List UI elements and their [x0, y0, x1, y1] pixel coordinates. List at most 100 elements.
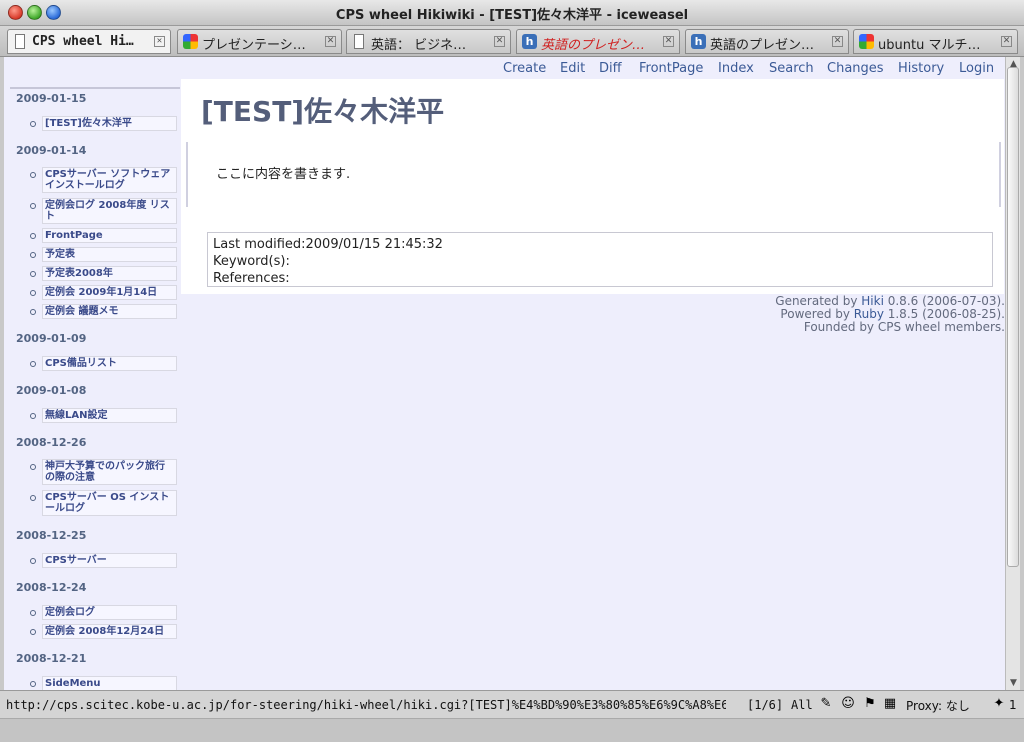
sidebar-date: 2008-12-21 [16, 652, 87, 665]
sidebar-link[interactable]: CPSサーバー OS インストールログ [42, 490, 177, 516]
close-tab-icon[interactable]: ✕ [494, 36, 505, 47]
sidebar-date: 2009-01-08 [16, 384, 87, 397]
sidebar-link[interactable]: CPS備品リスト [42, 356, 177, 371]
last-modified: Last modified:2009/01/15 21:45:32 [213, 237, 443, 252]
close-tab-icon[interactable]: ✕ [154, 36, 165, 47]
tab-label: プレゼンテーシ… [202, 38, 306, 53]
sidebar-link[interactable]: 定例会 議題メモ [42, 304, 177, 319]
sidebar-link[interactable]: 定例会ログ [42, 605, 177, 620]
sidebar-link[interactable]: 無線LAN設定 [42, 408, 177, 423]
content-border [999, 142, 1001, 207]
close-tab-icon[interactable]: ✕ [1001, 36, 1012, 47]
status-count: 1 [1009, 698, 1017, 712]
references: References: [213, 271, 290, 286]
status-bar: http://cps.scitec.kobe-u.ac.jp/for-steer… [0, 690, 1024, 718]
sidebar-link[interactable]: FrontPage [42, 228, 177, 243]
sidebar-link[interactable]: 定例会 2009年1月14日 [42, 285, 177, 300]
powered-version: 1.8.5 (2006-08-25). [883, 307, 1005, 321]
sidebar-date: 2009-01-09 [16, 332, 87, 345]
nav-search[interactable]: Search [769, 61, 814, 76]
bullet-icon [30, 172, 36, 178]
nav-create[interactable]: Create [503, 61, 546, 76]
window-title: CPS wheel Hikiwiki - [TEST]佐々木洋平 - icewe… [335, 8, 689, 23]
keywords: Keyword(s): [213, 254, 290, 269]
content-border [186, 142, 188, 207]
nav-diff[interactable]: Diff [599, 61, 622, 76]
sidebar-date: 2008-12-26 [16, 436, 87, 449]
sidebar-link[interactable]: 定例会 2008年12月24日 [42, 624, 177, 639]
ruby-link[interactable]: Ruby [854, 307, 884, 321]
nav-changes[interactable]: Changes [827, 61, 884, 76]
close-tab-icon[interactable]: ✕ [325, 36, 336, 47]
generated-version: 0.8.6 (2006-07-03). [883, 294, 1005, 308]
scrollbar-thumb[interactable] [1007, 67, 1019, 567]
monkey-icon[interactable]: ☺ [840, 696, 856, 712]
main-content: [TEST]佐々木洋平 ここに内容を書きます. Last modified:20… [181, 79, 1004, 294]
bullet-icon [30, 681, 36, 687]
bullet-icon [30, 495, 36, 501]
pencil-icon[interactable]: ✎ [818, 696, 834, 712]
bullet-icon [30, 121, 36, 127]
hiki-link[interactable]: Hiki [861, 294, 884, 308]
proxy-status[interactable]: Proxy: なし [906, 697, 970, 714]
tab-english-presentation-2[interactable]: h 英語のプレゼン… ✕ [685, 29, 849, 54]
founded-by: Founded by CPS wheel members. [803, 320, 1005, 334]
tab-english-business[interactable]: 英語： ビジネ… ✕ [346, 29, 511, 54]
close-tab-icon[interactable]: ✕ [663, 36, 674, 47]
tab-label: 英語： ビジネ… [371, 38, 467, 53]
bullet-icon [30, 629, 36, 635]
status-url: http://cps.scitec.kobe-u.ac.jp/for-steer… [6, 698, 726, 712]
sidebar-link[interactable]: 予定表 [42, 247, 177, 262]
tab-presentation[interactable]: プレゼンテーシ… ✕ [177, 29, 342, 54]
sidebar-link[interactable]: 予定表2008年 [42, 266, 177, 281]
bullet-icon [30, 252, 36, 258]
flag-icon[interactable]: ⚑ [862, 696, 878, 712]
nav-history[interactable]: History [898, 61, 944, 76]
scroll-down-icon[interactable]: ▼ [1006, 676, 1021, 690]
nav-frontpage[interactable]: FrontPage [639, 61, 703, 76]
nav-edit[interactable]: Edit [560, 61, 585, 76]
vertical-scrollbar[interactable]: ▲ ▼ [1005, 57, 1020, 690]
wiki-nav: Create Edit Diff FrontPage Index Search … [181, 57, 1001, 79]
sidebar-link[interactable]: [TEST]佐々木洋平 [42, 116, 177, 131]
tab-cps-wheel[interactable]: CPS wheel Hi… ✕ [7, 29, 171, 54]
bullet-icon [30, 558, 36, 564]
bullet-icon [30, 290, 36, 296]
bird-icon[interactable]: ✦ [991, 696, 1007, 712]
google-icon [183, 34, 198, 49]
wiki-icon: h [691, 34, 706, 49]
sidebar-link[interactable]: 定例会ログ 2008年度 リスト [42, 198, 177, 224]
sidebar-link[interactable]: CPSサーバー ソフトウェア インストールログ [42, 167, 177, 193]
google-icon [859, 34, 874, 49]
page-footer: Generated by Hiki 0.8.6 (2006-07-03). Po… [605, 295, 1005, 334]
bullet-icon [30, 233, 36, 239]
nav-index[interactable]: Index [718, 61, 754, 76]
wiki-icon: h [522, 34, 537, 49]
sidebar-link[interactable]: CPSサーバー [42, 553, 177, 568]
sidebar-date: 2008-12-25 [16, 529, 87, 542]
sidebar-link[interactable]: SideMenu [42, 676, 177, 690]
sidebar-date: 2009-01-14 [16, 144, 87, 157]
page-info-box: Last modified:2009/01/15 21:45:32 Keywor… [207, 232, 993, 287]
generated-text: Generated by [775, 294, 862, 308]
sidebar-link[interactable]: 神戸大予算でのパック旅行の際の注意 [42, 459, 177, 485]
bullet-icon [30, 413, 36, 419]
status-all: All [791, 698, 813, 712]
tab-label: ubuntu マルチ… [878, 38, 981, 53]
tab-label: 英語のプレゼン… [541, 38, 646, 53]
bullet-icon [30, 610, 36, 616]
bottom-bar [0, 718, 1024, 742]
sidebar-date: 2009-01-15 [16, 92, 87, 105]
page-viewport: 2009-01-15 [TEST]佐々木洋平 2009-01-14 CPSサーバ… [4, 57, 1005, 690]
tab-english-presentation-1[interactable]: h 英語のプレゼン… ✕ [516, 29, 680, 54]
tab-ubuntu-multi[interactable]: ubuntu マルチ… ✕ [853, 29, 1018, 54]
grid-icon[interactable]: ▦ [882, 696, 898, 712]
bullet-icon [30, 361, 36, 367]
powered-text: Powered by [780, 307, 854, 321]
close-tab-icon[interactable]: ✕ [832, 36, 843, 47]
title-bar: CPS wheel Hikiwiki - [TEST]佐々木洋平 - icewe… [0, 0, 1024, 26]
bullet-icon [30, 203, 36, 209]
nav-login[interactable]: Login [959, 61, 994, 76]
tab-bar: CPS wheel Hi… ✕ プレゼンテーシ… ✕ 英語： ビジネ… ✕ h … [0, 26, 1024, 57]
bullet-icon [30, 271, 36, 277]
